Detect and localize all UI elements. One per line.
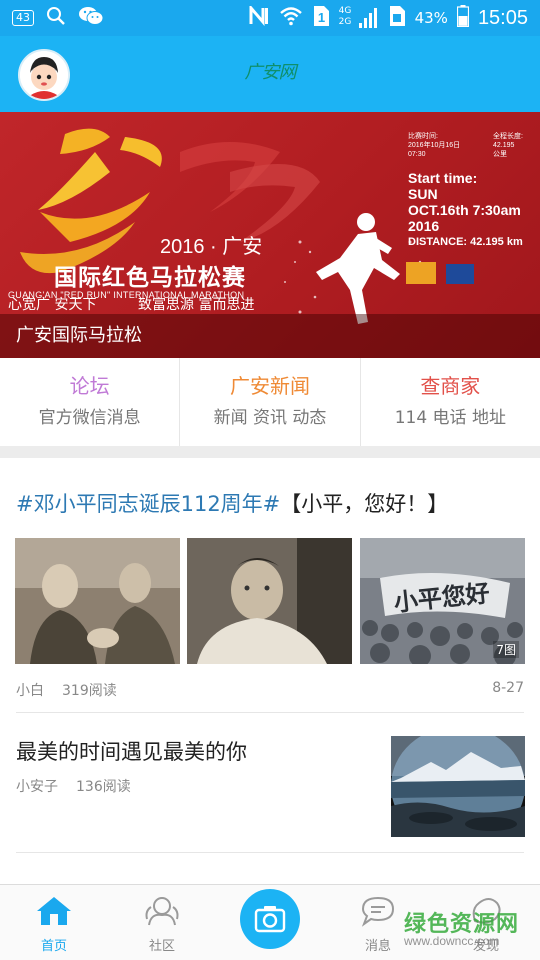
start-date: OCT.16th 7:30am: [408, 202, 521, 218]
nav-home[interactable]: 首页: [14, 895, 94, 954]
marathon-banner[interactable]: 2016 · 广安 国际红色马拉松赛 GUANG'AN "RED RUN" IN…: [0, 112, 540, 358]
category-business[interactable]: 查商家 114 电话 地址: [361, 358, 540, 446]
banner-title: 国际红色马拉松赛: [54, 265, 246, 291]
list-separator: [16, 712, 524, 713]
race-time-value: 07:30: [408, 151, 426, 158]
section-divider: [0, 446, 540, 458]
nfc-icon: [248, 3, 270, 30]
banner-distance: DISTANCE: 42.195 km: [408, 236, 523, 248]
banner-start-time: Start time: SUN OCT.16th 7:30am 2016: [408, 170, 521, 234]
status-bar: 43 1 4G 2G 43% 15:05: [0, 0, 540, 36]
category-news[interactable]: 广安新闻 新闻 资讯 动态: [180, 358, 361, 446]
image-count-badge: 7图: [493, 641, 519, 658]
sim-card-icon: [388, 5, 406, 31]
banner-slogan-right: 致富思源 富而思进: [138, 297, 255, 313]
post-title[interactable]: #邓小平同志诞辰112周年#【小平，您好！】: [16, 488, 448, 518]
category-forum-title: 论坛: [69, 374, 110, 398]
post-date: 8-27: [492, 680, 524, 696]
list-separator-2: [16, 852, 524, 853]
banner-race-distance: 全程长度: 42.195 公里: [493, 132, 523, 159]
post-meta: 小白 319阅读: [16, 680, 117, 700]
race-distance-unit: 公里: [493, 151, 507, 158]
post-title-text: 【小平，您好！】: [280, 492, 449, 516]
race-distance-label: 全程长度:: [493, 133, 523, 140]
start-day: SUN: [408, 186, 438, 202]
sim-slot-icon: 1: [312, 5, 330, 31]
message-icon: [361, 896, 395, 927]
banner-caption: 广安国际马拉松: [16, 325, 142, 346]
post-read-count-2: 136阅读: [76, 779, 131, 795]
post-author-2[interactable]: 小安子: [16, 776, 58, 796]
battery-percent: 43%: [414, 9, 448, 27]
category-forum-subtitle: 官方微信消息: [38, 408, 141, 428]
nav-community-label: 社区: [148, 939, 175, 954]
app-header: 广安网: [0, 36, 540, 112]
svg-text:1: 1: [317, 10, 324, 25]
race-distance-value: 42.195: [493, 142, 515, 149]
nav-home-label: 首页: [40, 939, 67, 954]
post-meta-2: 小安子 136阅读: [16, 776, 131, 796]
category-business-title: 查商家: [420, 374, 481, 398]
nav-community[interactable]: 社区: [122, 895, 202, 954]
category-forum[interactable]: 论坛 官方微信消息: [0, 358, 181, 446]
race-date-value: 2016年10月16日: [408, 142, 461, 149]
watermark-url: www.downcc.com: [404, 934, 500, 948]
wechat-icon: [78, 6, 104, 30]
clock: 15:05: [477, 6, 528, 29]
network-2g-label: 2G: [338, 17, 352, 27]
post-image-1[interactable]: [15, 538, 180, 664]
camera-button[interactable]: [240, 889, 300, 949]
post-author[interactable]: 小白: [16, 680, 44, 700]
home-icon: [37, 897, 71, 925]
post-image-4[interactable]: [391, 736, 525, 837]
post-image-2[interactable]: [187, 538, 352, 664]
community-icon: [145, 897, 179, 926]
avatar[interactable]: [18, 49, 70, 101]
category-news-title: 广安新闻: [229, 374, 310, 398]
race-date-label: 比赛时间:: [408, 133, 438, 140]
banner-slogan-left: 心宽广 安天下: [8, 297, 97, 313]
start-year: 2016: [408, 218, 440, 234]
post-read-count: 319阅读: [62, 683, 117, 699]
banner-year: 2016 · 广安: [160, 236, 263, 258]
category-row: 论坛 官方微信消息 广安新闻 新闻 资讯 动态 查商家 114 电话 地址: [0, 358, 540, 446]
app-screen: 43 1 4G 2G 43% 15:05 广安网 2016 · 广安 国际红色马…: [0, 0, 540, 960]
post-title-2[interactable]: 最美的时间遇见最美的你: [16, 736, 247, 766]
network-4g-label: 4G: [338, 6, 352, 16]
category-news-subtitle: 新闻 资讯 动态: [213, 408, 327, 428]
banner-race-date: 比赛时间: 2016年10月16日 07:30: [408, 132, 460, 159]
battery-icon: [456, 5, 470, 31]
post-image-3[interactable]: 小平您好 7图: [360, 538, 525, 664]
category-business-subtitle: 114 电话 地址: [394, 408, 506, 428]
wifi-icon: [279, 6, 303, 30]
camera-icon: [254, 906, 286, 933]
cellular-signal-icon: 4G 2G: [339, 6, 379, 30]
search-icon: [46, 6, 66, 30]
start-label: Start time:: [408, 170, 478, 186]
notification-count-badge: 43: [12, 10, 34, 26]
app-logo: 广安网: [244, 62, 297, 83]
post-hashtag[interactable]: #邓小平同志诞辰112周年#: [16, 492, 280, 516]
